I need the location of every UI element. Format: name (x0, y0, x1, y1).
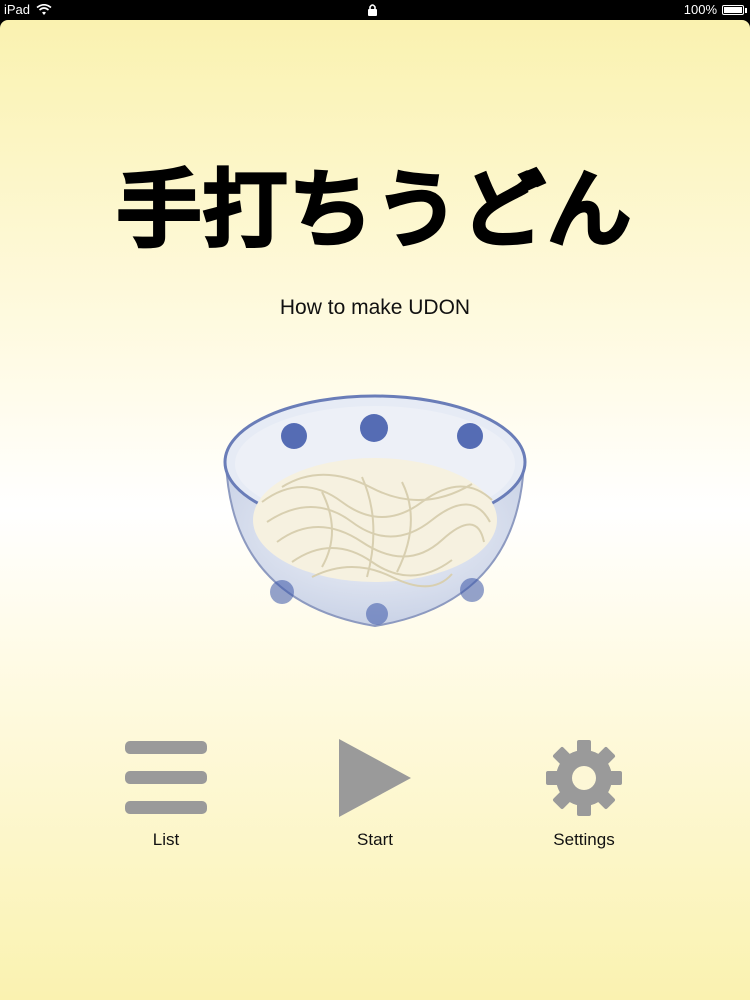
battery-percent: 100% (683, 2, 717, 17)
lock-icon (368, 4, 377, 16)
list-button[interactable]: List (86, 736, 246, 850)
wifi-icon (36, 3, 52, 15)
device-name: iPad (4, 2, 31, 17)
settings-label: Settings (553, 830, 615, 849)
main-screen: 手打ちうどん How to make UDON List Start Setti… (0, 20, 750, 1000)
list-icon (86, 736, 246, 820)
app-title: 手打ちうどん (115, 160, 633, 259)
play-icon (295, 736, 455, 820)
start-button[interactable]: Start (295, 736, 455, 850)
settings-button[interactable]: Settings (504, 736, 664, 850)
gear-icon (504, 736, 664, 820)
app-subtitle: How to make UDON (279, 296, 471, 319)
list-label: List (152, 830, 180, 849)
start-label: Start (357, 830, 393, 849)
battery-icon (722, 4, 747, 15)
status-bar: iPad 100% (0, 0, 750, 20)
battery-fill (724, 6, 742, 13)
udon-bowl-image (223, 394, 527, 628)
